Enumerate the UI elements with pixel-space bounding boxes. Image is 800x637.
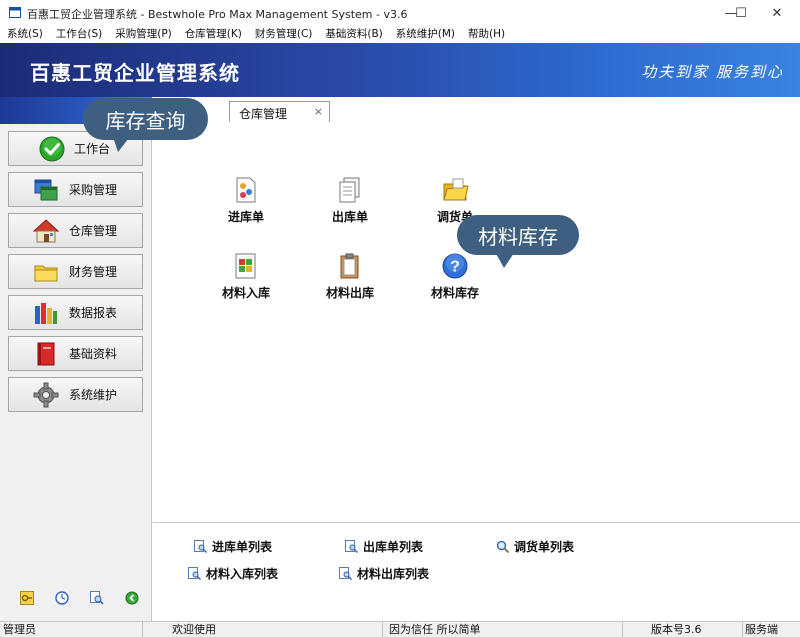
- callout-text: 库存查询: [105, 108, 186, 133]
- menu-warehouse[interactable]: 仓库管理(K): [178, 26, 248, 43]
- sidebar-item-label: 基础资料: [69, 347, 118, 361]
- list-link-outbound-orders[interactable]: 出库单列表: [345, 538, 423, 555]
- menu-purchase[interactable]: 采购管理(P): [108, 26, 178, 43]
- sidebar-item-basic-data[interactable]: 基础资料: [8, 336, 143, 371]
- search-icon[interactable]: [90, 591, 104, 605]
- svg-text:?: ?: [450, 259, 460, 276]
- grid-item-inbound-order[interactable]: 进库单: [206, 176, 286, 225]
- sidebar-item-label: 财务管理: [69, 265, 118, 279]
- list-link-label: 材料入库列表: [206, 567, 279, 581]
- callout-tail: [112, 134, 132, 152]
- sidebar-item-label: 仓库管理: [69, 224, 118, 238]
- list-search-icon: [188, 567, 201, 580]
- check-circle-icon: [39, 136, 65, 161]
- callout-text: 材料库存: [478, 224, 558, 249]
- list-link-transfer-orders[interactable]: 调货单列表: [496, 538, 574, 555]
- list-link-label: 出库单列表: [363, 540, 424, 554]
- status-mode: 服务端: [745, 623, 778, 636]
- callout-tail: [494, 250, 516, 268]
- tab-label: 仓库管理: [239, 107, 288, 121]
- sidebar-item-warehouse[interactable]: 仓库管理: [8, 213, 143, 248]
- document-colors-icon: [236, 177, 256, 203]
- status-bar: 管理员 欢迎使用 因为信任 所以简单 版本号3.6 服务端: [0, 621, 800, 637]
- list-link-label: 进库单列表: [212, 540, 273, 554]
- magnifier-icon: [496, 540, 509, 553]
- list-link-material-outbound[interactable]: 材料出库列表: [339, 565, 429, 582]
- menu-help[interactable]: 帮助(H): [461, 26, 511, 43]
- folder-yellow-icon: [443, 178, 469, 201]
- grid-item-material-outbound[interactable]: 材料出库: [310, 252, 390, 301]
- app-window-icon: [9, 7, 21, 18]
- grid-item-label: 材料库存: [430, 286, 479, 300]
- sidebar-item-finance[interactable]: 财务管理: [8, 254, 143, 289]
- menu-finance[interactable]: 财务管理(C): [248, 26, 319, 43]
- menu-bar: 系统(S) 工作台(S) 采购管理(P) 仓库管理(K) 财务管理(C) 基础资…: [0, 26, 800, 43]
- callout-stock-query: 库存查询: [83, 98, 208, 140]
- grid-item-label: 材料出库: [325, 286, 374, 300]
- books-icon: [35, 302, 57, 324]
- menu-maintenance[interactable]: 系统维护(M): [389, 26, 461, 43]
- list-search-icon: [339, 567, 352, 580]
- brand-slogan: 功夫到家 服务到心: [641, 63, 784, 81]
- list-search-icon: [345, 540, 358, 553]
- red-book-icon: [37, 342, 55, 365]
- key-icon[interactable]: [20, 591, 34, 605]
- close-icon: ✕: [771, 5, 783, 21]
- gear-icon: [33, 382, 59, 407]
- grid-item-material-stock[interactable]: ? 材料库存: [415, 252, 495, 301]
- brand-title: 百惠工贸企业管理系统: [30, 61, 240, 85]
- status-user: 管理员: [0, 622, 143, 637]
- sidebar-item-label: 采购管理: [69, 183, 118, 197]
- exit-icon[interactable]: [125, 591, 139, 605]
- grid-item-label: 出库单: [331, 210, 368, 224]
- sidebar-item-purchase[interactable]: 采购管理: [8, 172, 143, 207]
- document-blocks-icon: [235, 253, 256, 279]
- sidebar-item-label: 系统维护: [69, 388, 118, 402]
- menu-workbench[interactable]: 工作台(S): [49, 26, 108, 43]
- list-link-label: 材料出库列表: [357, 567, 430, 581]
- tab-warehouse[interactable]: 仓库管理 ×: [229, 101, 330, 122]
- menu-basic-data[interactable]: 基础资料(B): [318, 26, 388, 43]
- grid-item-outbound-order[interactable]: 出库单: [310, 176, 390, 225]
- clock-icon[interactable]: [55, 591, 69, 605]
- help-icon: ?: [442, 253, 468, 279]
- list-link-label: 调货单列表: [514, 540, 575, 554]
- documents-icon: [339, 177, 360, 203]
- maximize-icon: ☐: [735, 5, 747, 21]
- list-link-inbound-orders[interactable]: 进库单列表: [194, 538, 272, 555]
- grid-item-label: 进库单: [227, 210, 264, 224]
- list-search-icon: [194, 540, 207, 553]
- window-title: 百惠工贸企业管理系统 - Bestwhole Pro Max Managemen…: [27, 8, 408, 21]
- list-link-material-inbound[interactable]: 材料入库列表: [188, 565, 278, 582]
- menu-system[interactable]: 系统(S): [0, 26, 49, 43]
- folder-icon: [34, 265, 58, 281]
- status-version: 版本号3.6: [623, 622, 743, 637]
- status-welcome: 欢迎使用: [143, 622, 383, 637]
- close-window-button[interactable]: ✕: [754, 0, 800, 26]
- sidebar-item-reports[interactable]: 数据报表: [8, 295, 143, 330]
- clipboard-icon: [340, 253, 359, 279]
- header-banner: 百惠工贸企业管理系统 功夫到家 服务到心: [0, 43, 800, 97]
- sidebar-item-maintenance[interactable]: 系统维护: [8, 377, 143, 412]
- status-motto: 因为信任 所以简单: [383, 622, 623, 637]
- tab-close-icon[interactable]: ×: [314, 105, 323, 118]
- title-bar: 百惠工贸企业管理系统 - Bestwhole Pro Max Managemen…: [0, 0, 800, 26]
- sidebar-item-label: 工作台: [74, 142, 111, 156]
- windows-icon: [34, 179, 58, 200]
- callout-material-stock: 材料库存: [457, 215, 579, 255]
- house-icon: [33, 218, 59, 242]
- grid-item-label: 材料入库: [221, 286, 270, 300]
- grid-item-material-inbound[interactable]: 材料入库: [206, 252, 286, 301]
- sidebar-item-label: 数据报表: [69, 306, 118, 320]
